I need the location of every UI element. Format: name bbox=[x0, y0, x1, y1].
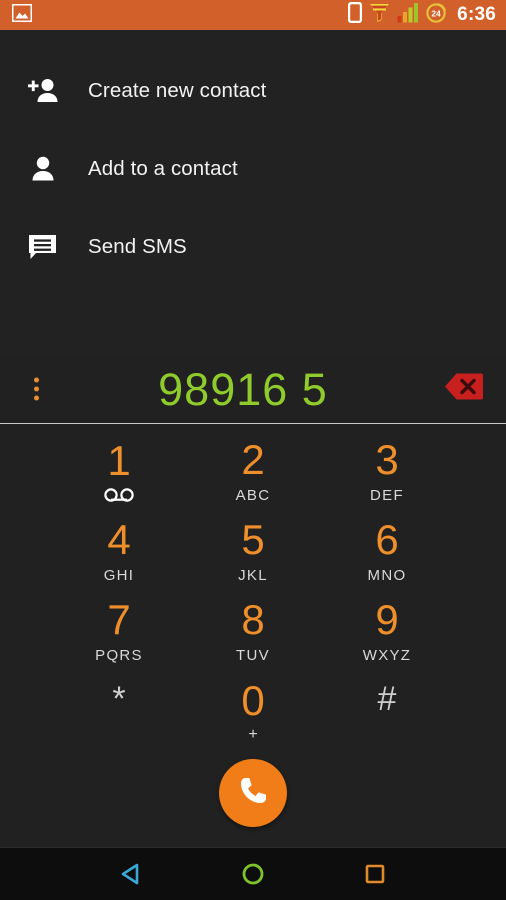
screenshot-image-icon bbox=[11, 3, 33, 27]
dialpad-key-7[interactable]: 7 PQRS bbox=[52, 592, 186, 672]
dialpad-key-8[interactable]: 8 TUV bbox=[186, 592, 320, 672]
android-navigation-bar bbox=[0, 847, 506, 900]
dialpad-key-digit: 6 bbox=[375, 516, 399, 564]
overflow-dot bbox=[34, 377, 39, 383]
dialpad-key-0[interactable]: 0 + bbox=[186, 671, 320, 751]
dialpad-key-1[interactable]: 1 bbox=[52, 432, 186, 512]
dialpad-key-4[interactable]: 4 GHI bbox=[52, 512, 186, 592]
recents-nav-button[interactable] bbox=[352, 851, 398, 897]
dialpad-key-letters: TUV bbox=[236, 646, 270, 664]
dialpad-key-digit: # bbox=[377, 680, 397, 719]
voicemail-icon bbox=[104, 487, 134, 503]
home-nav-button[interactable] bbox=[230, 851, 276, 897]
overflow-dot bbox=[34, 386, 39, 392]
menu-item-label: Create new contact bbox=[88, 79, 267, 102]
menu-item-create-new-contact[interactable]: Create new contact bbox=[0, 52, 506, 130]
dialpad-key-digit: 4 bbox=[107, 516, 131, 564]
dialed-number-field[interactable]: 98916 5 bbox=[0, 367, 506, 412]
menu-item-label: Add to a contact bbox=[88, 157, 238, 180]
call-button-row bbox=[0, 751, 506, 847]
dialpad-key-letters: DEF bbox=[370, 487, 404, 505]
dialpad-key-letters: MNO bbox=[367, 567, 407, 585]
menu-item-label: Send SMS bbox=[88, 235, 187, 258]
menu-item-send-sms[interactable]: Send SMS bbox=[0, 208, 506, 286]
dialpad-key-digit: 5 bbox=[241, 516, 265, 564]
dialpad-key-digit: * bbox=[112, 680, 126, 719]
svg-text:24: 24 bbox=[432, 9, 442, 19]
backspace-button[interactable] bbox=[440, 368, 488, 411]
dialpad-key-5[interactable]: 5 JKL bbox=[186, 512, 320, 592]
dialpad-key-digit: 9 bbox=[375, 595, 399, 643]
status-bar: 24 6:36 bbox=[0, 0, 506, 30]
message-icon bbox=[26, 230, 60, 264]
dialpad-key-letters: GHI bbox=[103, 567, 135, 585]
status-bar-notifications bbox=[11, 3, 33, 27]
dialpad-key-star[interactable]: * . bbox=[52, 671, 186, 751]
dialpad-key-plus: + bbox=[248, 725, 258, 743]
dialpad-key-digit: 1 bbox=[107, 436, 131, 484]
dialpad-key-digit: 8 bbox=[241, 595, 265, 643]
dialpad-key-2[interactable]: 2 ABC bbox=[186, 432, 320, 512]
dialpad-key-3[interactable]: 3 DEF bbox=[320, 432, 454, 512]
dialpad-key-letters: WXYZ bbox=[362, 646, 412, 664]
dialer-screen: 24 6:36 Create new contact Add to a cont… bbox=[0, 0, 506, 900]
cellular-signal-icon bbox=[397, 2, 419, 28]
status-bar-clock: 6:36 bbox=[457, 4, 496, 25]
person-icon bbox=[26, 152, 60, 186]
dialpad: 1 2 ABC 3 DEF 4 GHI 5 JKL 6 MNO 7 PQRS 8… bbox=[0, 424, 506, 751]
overflow-menu-button[interactable] bbox=[26, 372, 47, 407]
phone-handset-icon bbox=[236, 774, 270, 813]
person-add-icon bbox=[26, 74, 60, 108]
dialpad-key-6[interactable]: 6 MNO bbox=[320, 512, 454, 592]
context-menu: Create new contact Add to a contact Send… bbox=[0, 30, 506, 355]
status-bar-system-icons: 24 6:36 bbox=[347, 1, 496, 28]
overflow-dot bbox=[34, 395, 39, 401]
menu-item-add-to-a-contact[interactable]: Add to a contact bbox=[0, 130, 506, 208]
vibrate-mode-icon bbox=[347, 1, 363, 28]
dialpad-key-letters: ABC bbox=[235, 487, 271, 505]
dialpad-key-digit: 3 bbox=[375, 436, 399, 484]
alarm-24-icon: 24 bbox=[426, 2, 447, 28]
dialpad-key-digit: 2 bbox=[241, 436, 265, 484]
dialpad-key-9[interactable]: 9 WXYZ bbox=[320, 592, 454, 672]
back-nav-button[interactable] bbox=[108, 851, 154, 897]
wifi-signal-icon bbox=[369, 2, 390, 28]
dialpad-key-letters: JKL bbox=[238, 567, 268, 585]
dialpad-key-letters: PQRS bbox=[95, 646, 143, 664]
dialpad-key-digit: 7 bbox=[107, 595, 131, 643]
call-button[interactable] bbox=[219, 759, 287, 827]
dialpad-key-hash[interactable]: # . bbox=[320, 671, 454, 751]
number-display-bar: 98916 5 bbox=[0, 355, 506, 424]
dialpad-key-digit: 0 bbox=[241, 676, 265, 724]
